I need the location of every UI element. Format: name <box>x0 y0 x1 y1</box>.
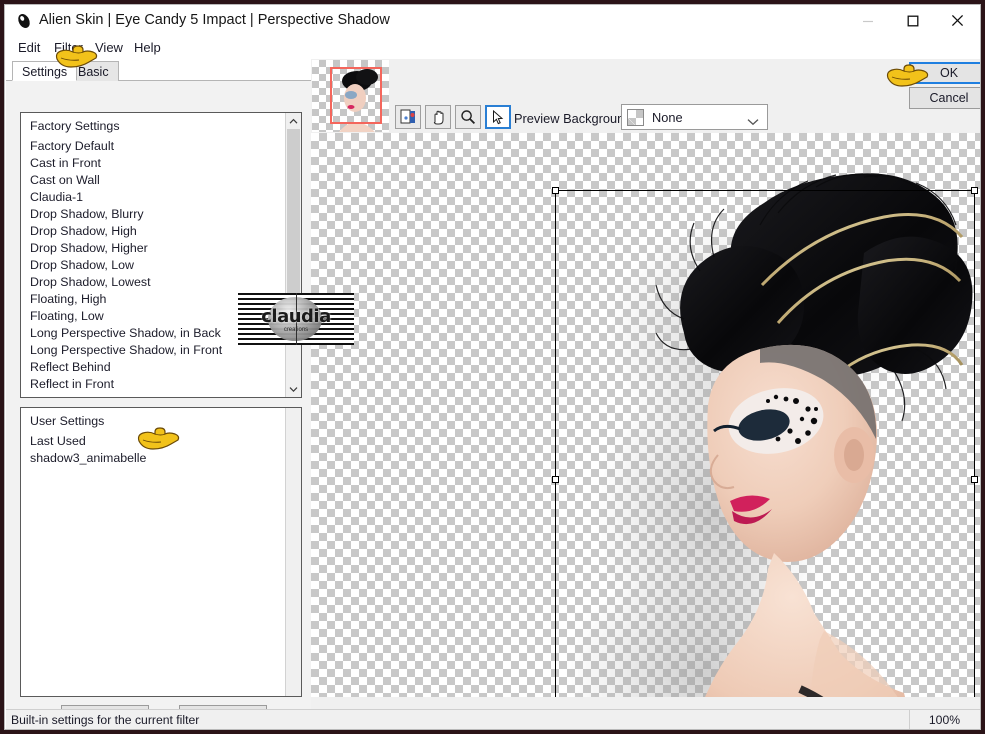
factory-settings-items: Factory Settings Factory Default Cast in… <box>21 113 285 397</box>
navigator-thumbnail[interactable] <box>312 60 389 132</box>
scroll-up-arrow-icon[interactable] <box>286 113 301 129</box>
zoom-tool-icon[interactable] <box>455 105 481 129</box>
panel-tab-strip: Settings Basic <box>6 59 311 81</box>
list-item[interactable]: Reflect in Front <box>21 376 285 393</box>
zoom-level[interactable]: 100% <box>909 710 979 729</box>
user-settings-listbox[interactable]: User Settings Last Used shadow3_animabel… <box>20 407 302 697</box>
preview-background-select[interactable]: None <box>621 104 768 130</box>
user-settings-items: User Settings Last Used shadow3_animabel… <box>21 408 285 696</box>
scroll-down-arrow-icon[interactable] <box>286 381 301 397</box>
list-item[interactable]: Drop Shadow, High <box>21 223 285 240</box>
watermark-subtext: creations <box>283 327 309 333</box>
chevron-down-icon[interactable] <box>747 113 759 131</box>
menu-item-edit[interactable]: Edit <box>13 39 45 56</box>
arrow-select-tool-icon[interactable] <box>485 105 511 129</box>
minimize-button[interactable] <box>845 5 890 36</box>
hand-tool-icon[interactable] <box>425 105 451 129</box>
menu-item-view[interactable]: View <box>90 39 128 56</box>
list-item-selected[interactable]: shadow3_animabelle <box>30 451 146 465</box>
menu-item-filter[interactable]: Filter <box>49 39 88 56</box>
factory-list-scrollbar[interactable] <box>285 113 301 397</box>
transparent-swatch-icon <box>627 109 644 126</box>
menu-item-help[interactable]: Help <box>129 39 166 56</box>
resize-handle-middle-left[interactable] <box>552 476 559 483</box>
user-list-scrollbar[interactable] <box>285 408 301 696</box>
menu-bar: Edit Filter View Help <box>5 37 980 59</box>
list-item[interactable]: Drop Shadow, Lowest <box>21 274 285 291</box>
preview-area: Preview Background: None OK Cancel <box>311 59 980 717</box>
resize-handle-top-left[interactable] <box>552 187 559 194</box>
claudia-watermark: claudia creations <box>238 293 354 345</box>
tab-settings[interactable]: Settings <box>12 61 78 81</box>
watermark-text: claudia <box>261 306 331 327</box>
settings-panel: Settings Basic Factory Settings Factory … <box>6 59 311 728</box>
list-item[interactable]: Drop Shadow, Blurry <box>21 206 285 223</box>
list-item[interactable]: Drop Shadow, Low <box>21 257 285 274</box>
list-item[interactable]: Drop Shadow, Higher <box>21 240 285 257</box>
window-controls <box>845 5 980 37</box>
user-settings-group-label: User Settings <box>30 414 105 428</box>
preview-image <box>564 133 979 717</box>
navigator-viewport-rect[interactable] <box>330 67 382 124</box>
close-button[interactable] <box>935 5 980 36</box>
filter-dialog-window: Alien Skin | Eye Candy 5 Impact | Perspe… <box>4 4 981 730</box>
factory-settings-group-label: Factory Settings <box>30 119 120 133</box>
settings-panel-body: Factory Settings Factory Default Cast in… <box>6 81 311 728</box>
list-item[interactable]: Factory Default <box>21 138 285 155</box>
list-item[interactable]: Reflect Behind <box>21 359 285 376</box>
preview-background-label: Preview Background: <box>514 111 635 126</box>
compare-before-after-icon[interactable] <box>395 105 421 129</box>
title-bar: Alien Skin | Eye Candy 5 Impact | Perspe… <box>5 5 980 37</box>
list-item[interactable]: Claudia-1 <box>21 189 285 206</box>
list-item[interactable]: Cast in Front <box>21 155 285 172</box>
preview-canvas[interactable] <box>311 133 980 717</box>
scroll-track[interactable] <box>287 408 300 696</box>
window-title: Alien Skin | Eye Candy 5 Impact | Perspe… <box>39 12 390 28</box>
status-bar: Built-in settings for the current filter… <box>6 709 980 729</box>
list-item[interactable]: Cast on Wall <box>21 172 285 189</box>
app-root: Alien Skin | Eye Candy 5 Impact | Perspe… <box>0 0 985 734</box>
status-message: Built-in settings for the current filter <box>11 713 200 727</box>
factory-settings-listbox[interactable]: Factory Settings Factory Default Cast in… <box>20 112 302 398</box>
alien-skin-icon <box>15 12 33 30</box>
list-item[interactable]: Last Used <box>21 433 285 450</box>
cancel-button[interactable]: Cancel <box>909 87 980 109</box>
maximize-button[interactable] <box>890 5 935 36</box>
preview-background-value: None <box>652 110 683 125</box>
ok-button[interactable]: OK <box>909 62 980 84</box>
